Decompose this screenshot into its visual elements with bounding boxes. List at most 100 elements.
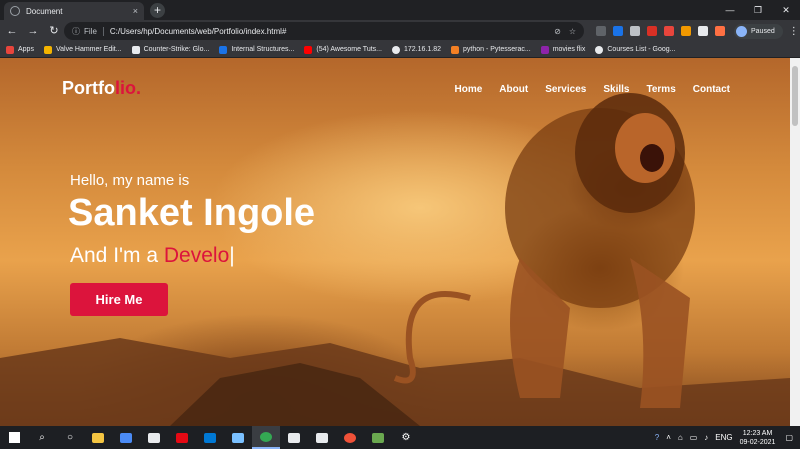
globe-icon bbox=[392, 45, 400, 54]
forward-button[interactable]: → bbox=[24, 22, 42, 40]
page-scrollbar[interactable] bbox=[790, 58, 800, 426]
nav-services[interactable]: Services bbox=[545, 84, 586, 95]
maximize-button[interactable]: ❐ bbox=[744, 0, 772, 20]
extension-icon[interactable] bbox=[681, 26, 691, 36]
dropbox-icon[interactable] bbox=[140, 426, 168, 449]
bookmark-favicon-icon bbox=[540, 45, 549, 54]
hero-greeting: Hello, my name is bbox=[70, 172, 190, 189]
language-indicator[interactable]: ENG bbox=[715, 433, 732, 442]
minecraft-icon[interactable] bbox=[364, 426, 392, 449]
bookmark-favicon-icon bbox=[43, 45, 52, 54]
nav-about[interactable]: About bbox=[499, 84, 528, 95]
vscode-icon[interactable] bbox=[308, 426, 336, 449]
task-view-icon[interactable]: ○ bbox=[56, 426, 84, 449]
bookmark-label: Valve Hammer Edit... bbox=[55, 46, 122, 53]
back-button[interactable]: ← bbox=[3, 22, 21, 40]
close-window-button[interactable]: ✕ bbox=[772, 0, 800, 20]
scheme-label: File bbox=[84, 26, 104, 36]
bookmark-item[interactable]: (54) Awesome Tuts... bbox=[304, 45, 382, 54]
hire-me-button[interactable]: Hire Me bbox=[70, 283, 168, 316]
star-icon[interactable]: ☆ bbox=[569, 27, 576, 36]
menu-icon[interactable]: ⋮ bbox=[789, 26, 799, 37]
store-icon[interactable] bbox=[112, 426, 140, 449]
youtube-icon bbox=[304, 45, 313, 54]
bookmark-item[interactable]: Valve Hammer Edit... bbox=[43, 45, 122, 54]
browser-toolbar: ← → ↻ ⓘ File C:/Users/hp/Documents/web/P… bbox=[0, 20, 800, 42]
url-text[interactable]: C:/Users/hp/Documents/web/Portfolio/inde… bbox=[110, 27, 546, 36]
logo-text: Portfo bbox=[62, 78, 115, 98]
nav-home[interactable]: Home bbox=[455, 84, 483, 95]
battery-icon[interactable]: ▭ bbox=[690, 433, 698, 442]
site-nav: Home About Services Skills Terms Contact bbox=[438, 84, 731, 95]
extension-icon[interactable] bbox=[715, 26, 725, 36]
role-prefix: And I'm a bbox=[70, 244, 164, 267]
swift-icon[interactable] bbox=[336, 426, 364, 449]
bookmark-label: Counter-Strike: Glo... bbox=[143, 46, 210, 53]
extension-icon[interactable] bbox=[664, 26, 674, 36]
windows-icon[interactable] bbox=[0, 426, 28, 449]
extension-icon[interactable] bbox=[613, 26, 623, 36]
hero-role: And I'm a Develo| bbox=[70, 244, 235, 268]
browser-tab-strip: Document × + — ❐ ✕ bbox=[0, 0, 800, 20]
photos-icon[interactable] bbox=[280, 426, 308, 449]
system-tray: ? ˄ ⌂ ▭ ♪ ENG 12:23 AM 09-02-2021 ▢ bbox=[655, 426, 800, 449]
network-icon[interactable]: ⌂ bbox=[678, 433, 683, 442]
close-tab-icon[interactable]: × bbox=[133, 6, 138, 16]
chrome-icon[interactable] bbox=[252, 426, 280, 449]
typing-cursor: | bbox=[229, 244, 235, 267]
extension-icon[interactable] bbox=[647, 26, 657, 36]
bookmark-favicon-icon bbox=[219, 45, 228, 54]
bookmark-favicon-icon bbox=[131, 45, 140, 54]
windows-taskbar: ⌕ ○ ⚙ ? ˄ ⌂ ▭ ♪ ENG 12:23 AM 09-02-2021 … bbox=[0, 426, 800, 449]
paint-icon[interactable] bbox=[224, 426, 252, 449]
bookmark-item[interactable]: Internal Structures... bbox=[219, 45, 295, 54]
nav-terms[interactable]: Terms bbox=[646, 84, 675, 95]
puzzle-icon[interactable] bbox=[698, 26, 708, 36]
notifications-icon[interactable]: ▢ bbox=[785, 433, 793, 442]
clock-time: 12:23 AM bbox=[742, 429, 773, 437]
search-icon[interactable]: ⌕ bbox=[28, 426, 56, 449]
hero-name: Sanket Ingole bbox=[68, 192, 316, 234]
bookmark-label: (54) Awesome Tuts... bbox=[316, 46, 382, 53]
info-icon[interactable]: ⓘ bbox=[72, 26, 80, 37]
browser-tab[interactable]: Document × bbox=[4, 2, 144, 20]
address-bar[interactable]: ⓘ File C:/Users/hp/Documents/web/Portfol… bbox=[64, 22, 584, 40]
chevron-up-icon[interactable]: ˄ bbox=[666, 433, 671, 442]
mail-icon[interactable] bbox=[196, 426, 224, 449]
nav-skills[interactable]: Skills bbox=[603, 84, 629, 95]
lion-hero-image bbox=[0, 93, 790, 426]
extension-icon[interactable] bbox=[596, 26, 606, 36]
clock[interactable]: 12:23 AM 09-02-2021 bbox=[740, 429, 776, 447]
reload-button[interactable]: ↻ bbox=[45, 22, 63, 40]
scrollbar-thumb[interactable] bbox=[792, 66, 798, 126]
extension-icon[interactable] bbox=[630, 26, 640, 36]
page-viewport: Portfolio. Home About Services Skills Te… bbox=[0, 58, 790, 426]
nav-contact[interactable]: Contact bbox=[693, 84, 730, 95]
netflix-icon[interactable] bbox=[168, 426, 196, 449]
stackoverflow-icon bbox=[450, 45, 459, 54]
settings-icon[interactable]: ⚙ bbox=[392, 426, 420, 449]
eye-off-icon[interactable]: ⊘ bbox=[554, 27, 561, 36]
help-icon[interactable]: ? bbox=[655, 433, 659, 442]
clock-date: 09-02-2021 bbox=[739, 438, 776, 446]
bookmark-item[interactable]: python - Pytesserac... bbox=[450, 45, 531, 54]
bookmark-label: movies flix bbox=[552, 46, 586, 53]
site-logo[interactable]: Portfolio. bbox=[62, 78, 141, 99]
volume-icon[interactable]: ♪ bbox=[704, 433, 708, 442]
apps-grid-icon bbox=[6, 45, 14, 54]
bookmark-apps[interactable]: Apps bbox=[6, 45, 34, 54]
file-explorer-icon[interactable] bbox=[84, 426, 112, 449]
profile-status: Paused bbox=[751, 27, 775, 35]
bookmark-item[interactable]: Counter-Strike: Glo... bbox=[131, 45, 210, 54]
minimize-button[interactable]: — bbox=[716, 0, 744, 20]
bookmark-label: Courses List - Goog... bbox=[607, 46, 676, 53]
globe-icon bbox=[10, 6, 20, 16]
bookmark-item[interactable]: movies flix bbox=[540, 45, 586, 54]
bookmark-label: Internal Structures... bbox=[231, 46, 295, 53]
tab-title: Document bbox=[26, 6, 63, 16]
google-icon bbox=[595, 45, 604, 54]
profile-button[interactable]: Paused bbox=[734, 23, 783, 39]
bookmark-item[interactable]: 172.16.1.82 bbox=[392, 45, 441, 54]
bookmark-item[interactable]: Courses List - Goog... bbox=[595, 45, 676, 54]
new-tab-button[interactable]: + bbox=[150, 3, 165, 18]
